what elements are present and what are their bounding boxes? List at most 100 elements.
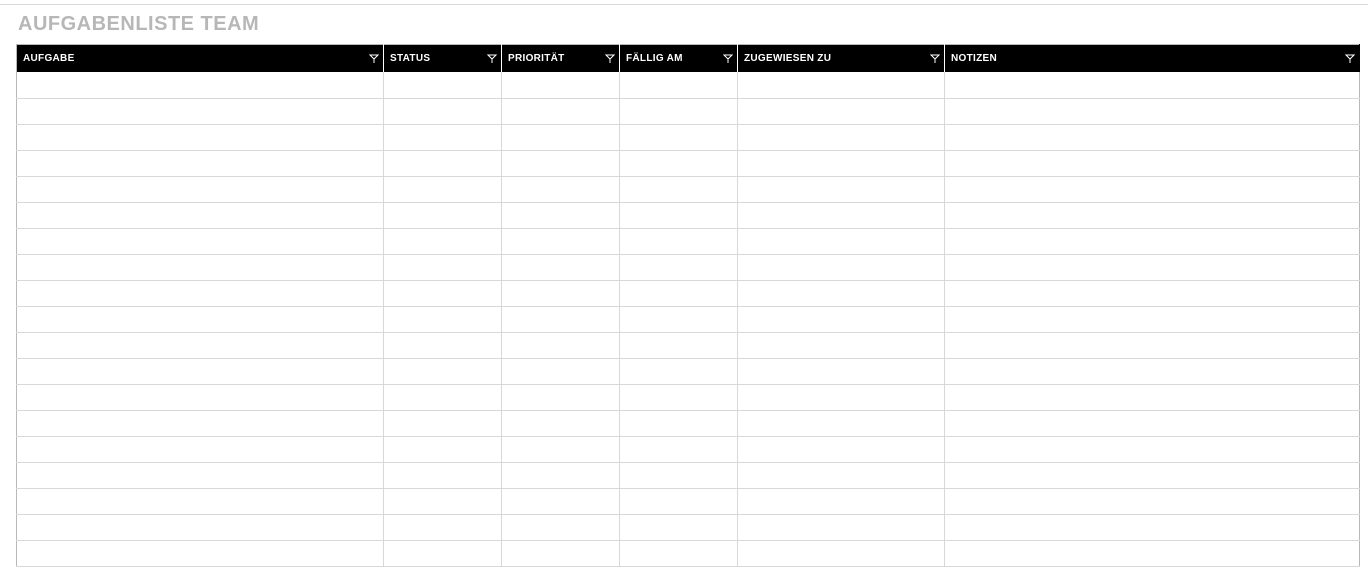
- table-cell[interactable]: [502, 384, 620, 410]
- table-cell[interactable]: [502, 150, 620, 176]
- table-cell[interactable]: [17, 514, 384, 540]
- table-cell[interactable]: [945, 384, 1360, 410]
- table-cell[interactable]: [945, 98, 1360, 124]
- table-cell[interactable]: [17, 72, 384, 98]
- table-cell[interactable]: [620, 150, 738, 176]
- table-cell[interactable]: [384, 98, 502, 124]
- table-cell[interactable]: [502, 358, 620, 384]
- table-cell[interactable]: [17, 98, 384, 124]
- table-cell[interactable]: [384, 332, 502, 358]
- table-cell[interactable]: [384, 306, 502, 332]
- filter-icon[interactable]: [605, 54, 615, 64]
- table-cell[interactable]: [384, 436, 502, 462]
- table-cell[interactable]: [17, 254, 384, 280]
- table-cell[interactable]: [17, 306, 384, 332]
- table-cell[interactable]: [17, 332, 384, 358]
- table-cell[interactable]: [738, 150, 945, 176]
- table-cell[interactable]: [620, 358, 738, 384]
- table-cell[interactable]: [17, 384, 384, 410]
- table-cell[interactable]: [502, 332, 620, 358]
- filter-icon[interactable]: [1345, 54, 1355, 64]
- table-cell[interactable]: [620, 410, 738, 436]
- table-cell[interactable]: [384, 124, 502, 150]
- table-cell[interactable]: [620, 332, 738, 358]
- table-cell[interactable]: [502, 72, 620, 98]
- table-cell[interactable]: [384, 202, 502, 228]
- table-cell[interactable]: [738, 540, 945, 566]
- table-cell[interactable]: [502, 462, 620, 488]
- table-cell[interactable]: [945, 254, 1360, 280]
- table-cell[interactable]: [620, 514, 738, 540]
- table-cell[interactable]: [945, 202, 1360, 228]
- table-cell[interactable]: [945, 488, 1360, 514]
- table-cell[interactable]: [738, 306, 945, 332]
- table-cell[interactable]: [502, 540, 620, 566]
- table-cell[interactable]: [945, 332, 1360, 358]
- table-cell[interactable]: [502, 306, 620, 332]
- table-cell[interactable]: [738, 124, 945, 150]
- table-cell[interactable]: [502, 228, 620, 254]
- table-cell[interactable]: [620, 72, 738, 98]
- table-cell[interactable]: [620, 176, 738, 202]
- table-cell[interactable]: [17, 176, 384, 202]
- table-cell[interactable]: [945, 436, 1360, 462]
- table-cell[interactable]: [17, 280, 384, 306]
- table-cell[interactable]: [17, 202, 384, 228]
- table-cell[interactable]: [17, 436, 384, 462]
- table-cell[interactable]: [384, 228, 502, 254]
- table-cell[interactable]: [945, 176, 1360, 202]
- table-cell[interactable]: [384, 384, 502, 410]
- table-cell[interactable]: [502, 280, 620, 306]
- table-cell[interactable]: [945, 306, 1360, 332]
- table-cell[interactable]: [620, 124, 738, 150]
- column-header-status[interactable]: STATUS: [384, 45, 502, 73]
- table-cell[interactable]: [738, 280, 945, 306]
- table-cell[interactable]: [502, 488, 620, 514]
- table-cell[interactable]: [738, 176, 945, 202]
- table-cell[interactable]: [502, 176, 620, 202]
- table-cell[interactable]: [738, 410, 945, 436]
- table-cell[interactable]: [620, 228, 738, 254]
- table-cell[interactable]: [738, 462, 945, 488]
- table-cell[interactable]: [945, 280, 1360, 306]
- table-cell[interactable]: [384, 488, 502, 514]
- table-cell[interactable]: [620, 436, 738, 462]
- table-cell[interactable]: [945, 514, 1360, 540]
- table-cell[interactable]: [384, 280, 502, 306]
- table-cell[interactable]: [17, 488, 384, 514]
- table-cell[interactable]: [738, 488, 945, 514]
- table-cell[interactable]: [17, 410, 384, 436]
- table-cell[interactable]: [502, 436, 620, 462]
- column-header-prioritt[interactable]: PRIORITÄT: [502, 45, 620, 73]
- table-cell[interactable]: [738, 358, 945, 384]
- table-cell[interactable]: [502, 254, 620, 280]
- table-cell[interactable]: [502, 98, 620, 124]
- table-cell[interactable]: [945, 410, 1360, 436]
- table-cell[interactable]: [384, 176, 502, 202]
- table-cell[interactable]: [502, 202, 620, 228]
- table-cell[interactable]: [620, 254, 738, 280]
- table-cell[interactable]: [738, 98, 945, 124]
- table-cell[interactable]: [384, 358, 502, 384]
- table-cell[interactable]: [738, 384, 945, 410]
- table-cell[interactable]: [945, 540, 1360, 566]
- table-cell[interactable]: [17, 124, 384, 150]
- table-cell[interactable]: [620, 540, 738, 566]
- table-cell[interactable]: [738, 202, 945, 228]
- table-cell[interactable]: [738, 436, 945, 462]
- table-cell[interactable]: [502, 514, 620, 540]
- filter-icon[interactable]: [723, 54, 733, 64]
- table-cell[interactable]: [945, 228, 1360, 254]
- table-cell[interactable]: [17, 228, 384, 254]
- column-header-aufgabe[interactable]: AUFGABE: [17, 45, 384, 73]
- table-cell[interactable]: [384, 540, 502, 566]
- table-cell[interactable]: [17, 462, 384, 488]
- table-cell[interactable]: [620, 98, 738, 124]
- column-header-notizen[interactable]: NOTIZEN: [945, 45, 1360, 73]
- table-cell[interactable]: [945, 124, 1360, 150]
- table-cell[interactable]: [620, 280, 738, 306]
- table-cell[interactable]: [384, 150, 502, 176]
- table-cell[interactable]: [738, 332, 945, 358]
- table-cell[interactable]: [17, 150, 384, 176]
- table-cell[interactable]: [620, 488, 738, 514]
